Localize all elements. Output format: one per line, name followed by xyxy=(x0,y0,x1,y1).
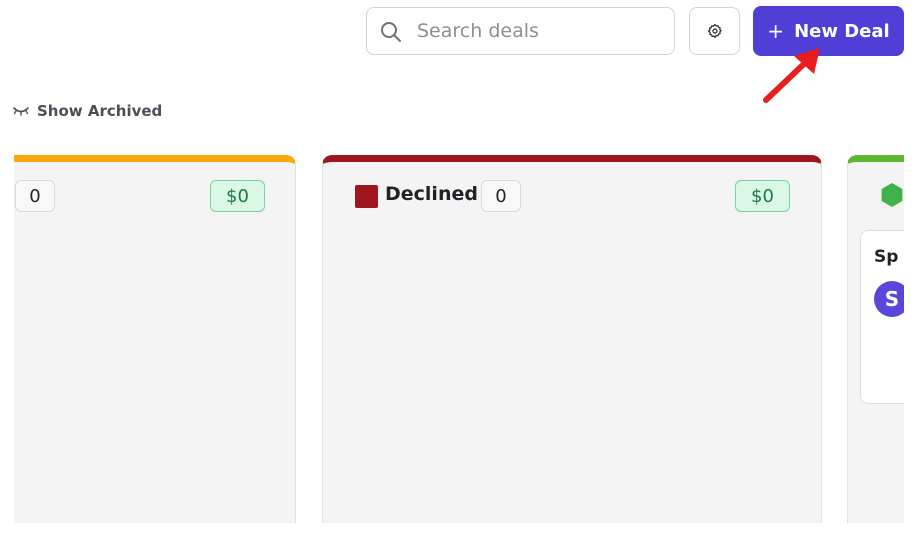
deal-card[interactable]: Sp S xyxy=(860,230,904,404)
pipeline-board: 0 $0 Declined 0 $0 Sp S xyxy=(14,155,904,523)
new-deal-label: New Deal xyxy=(794,20,890,42)
column-title: Declined xyxy=(385,183,478,205)
pipeline-column: 0 $0 xyxy=(14,155,296,523)
column-total-badge: $0 xyxy=(735,180,790,212)
show-archived-toggle[interactable]: Show Archived xyxy=(12,100,162,122)
settings-button[interactable] xyxy=(689,7,740,55)
search-box[interactable] xyxy=(366,7,675,55)
avatar: S xyxy=(874,281,904,317)
pipeline-column: Sp S xyxy=(847,155,904,523)
search-icon xyxy=(381,22,401,42)
deal-name: Sp xyxy=(874,247,899,267)
deal-count-badge: 0 xyxy=(481,180,521,212)
gear-icon xyxy=(707,23,722,39)
eye-closed-icon xyxy=(13,107,29,116)
show-archived-label: Show Archived xyxy=(37,102,163,120)
stage-color-icon xyxy=(355,185,378,208)
annotation-arrow-icon xyxy=(763,48,820,103)
column-total-badge: $0 xyxy=(210,180,265,212)
plus-icon: + xyxy=(767,19,785,43)
hexagon-icon xyxy=(881,183,903,207)
pipeline-column-declined: Declined 0 $0 xyxy=(322,155,822,523)
search-input[interactable] xyxy=(417,16,662,46)
deal-count-badge: 0 xyxy=(15,180,55,212)
